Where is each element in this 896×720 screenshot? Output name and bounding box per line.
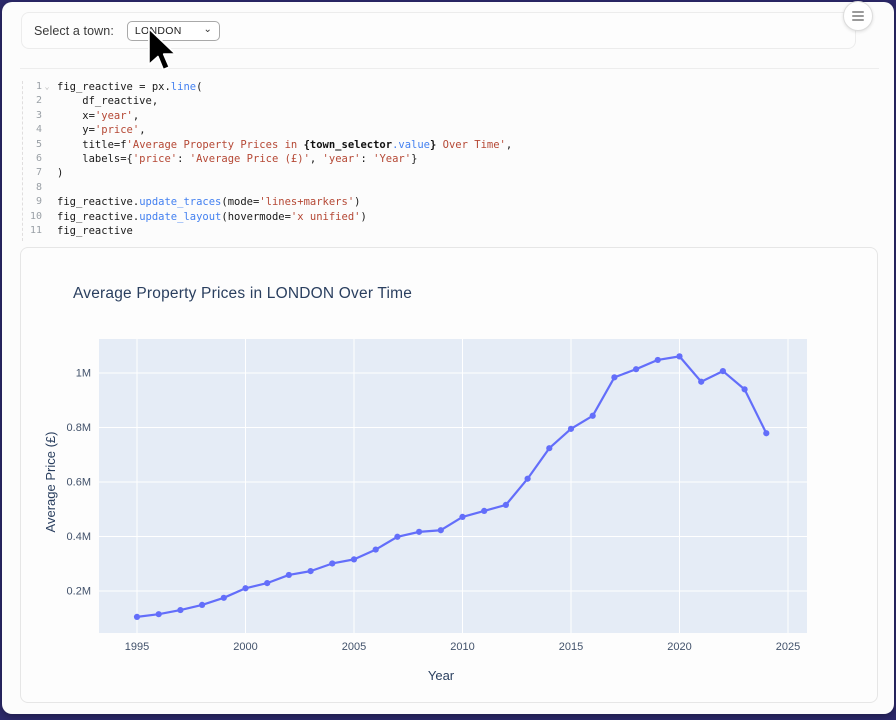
code-line: 11fig_reactive <box>20 224 879 238</box>
code-line: 8 <box>20 181 879 195</box>
data-point-marker[interactable] <box>329 560 335 566</box>
code-line: 4 y='price', <box>20 123 879 137</box>
data-point-marker[interactable] <box>199 602 205 608</box>
data-point-marker[interactable] <box>698 379 704 385</box>
hamburger-icon <box>852 11 864 13</box>
data-point-marker[interactable] <box>134 614 140 620</box>
data-point-marker[interactable] <box>156 611 162 617</box>
code-line: 9fig_reactive.update_traces(mode='lines+… <box>20 195 879 209</box>
x-tick-label: 2020 <box>667 641 691 653</box>
cell-gutter <box>22 81 23 241</box>
code-line: 7) <box>20 166 879 180</box>
town-select[interactable]: LONDON ⌄ <box>127 21 220 41</box>
data-point-marker[interactable] <box>503 502 509 508</box>
town-select-value: LONDON <box>135 25 182 37</box>
code-line: 3 x='year', <box>20 109 879 123</box>
code-line: 2 df_reactive, <box>20 94 879 108</box>
price-chart-svg[interactable]: 0.2M 0.4M 0.6M 0.8M 1M 1995 2000 2005 2010 2015 20… <box>21 248 877 702</box>
y-tick-label: 0.2M <box>67 586 91 598</box>
data-point-marker[interactable] <box>308 568 314 574</box>
data-point-marker[interactable] <box>459 514 465 520</box>
data-point-marker[interactable] <box>546 445 552 451</box>
x-tick-label: 2005 <box>342 641 366 653</box>
code-line: 1⌄fig_reactive = px.line( <box>20 80 879 94</box>
x-tick-label: 1995 <box>125 641 149 653</box>
data-point-marker[interactable] <box>676 353 682 359</box>
app-menu-button[interactable] <box>843 1 873 31</box>
data-point-marker[interactable] <box>611 374 617 380</box>
data-point-marker[interactable] <box>242 585 248 591</box>
y-tick-label: 0.4M <box>67 531 91 543</box>
data-point-marker[interactable] <box>633 366 639 372</box>
data-point-marker[interactable] <box>438 527 444 533</box>
data-point-marker[interactable] <box>763 430 769 436</box>
data-point-marker[interactable] <box>264 580 270 586</box>
data-point-marker[interactable] <box>177 607 183 613</box>
data-point-marker[interactable] <box>351 556 357 562</box>
x-tick-label: 2025 <box>776 641 800 653</box>
y-axis-title: Average Price (£) <box>43 432 58 533</box>
code-lines: 1⌄fig_reactive = px.line(2 df_reactive,3… <box>20 80 879 238</box>
x-axis-title: Year <box>428 668 455 683</box>
data-point-marker[interactable] <box>221 595 227 601</box>
data-point-marker[interactable] <box>394 534 400 540</box>
data-point-marker[interactable] <box>481 508 487 514</box>
x-tick-label: 2015 <box>559 641 583 653</box>
chevron-down-icon: ⌄ <box>204 25 212 35</box>
code-editor[interactable]: 1⌄fig_reactive = px.line(2 df_reactive,3… <box>20 68 879 238</box>
y-tick-label: 1M <box>76 368 91 380</box>
code-line: 10fig_reactive.update_layout(hovermode='… <box>20 210 879 224</box>
data-point-marker[interactable] <box>286 572 292 578</box>
data-point-marker[interactable] <box>373 546 379 552</box>
x-tick-label: 2000 <box>233 641 257 653</box>
x-tick-label: 2010 <box>450 641 474 653</box>
data-point-marker[interactable] <box>590 413 596 419</box>
data-point-marker[interactable] <box>655 357 661 363</box>
data-point-marker[interactable] <box>416 529 422 535</box>
chart-output-card: Average Property Prices in LONDON Over T… <box>20 247 878 703</box>
data-point-marker[interactable] <box>720 368 726 374</box>
town-selector-cell: Select a town: LONDON ⌄ <box>21 12 856 49</box>
data-point-marker[interactable] <box>568 426 574 432</box>
y-tick-label: 0.8M <box>67 422 91 434</box>
data-point-marker[interactable] <box>525 476 531 482</box>
code-line: 6 labels={'price': 'Average Price (£)', … <box>20 152 879 166</box>
code-line: 5 title=f'Average Property Prices in {to… <box>20 138 879 152</box>
desktop-background: { "selector": { "label": "Select a town:… <box>0 0 896 720</box>
notebook-card: Select a town: LONDON ⌄ 1⌄fig_reactive =… <box>2 2 894 714</box>
town-selector-label: Select a town: <box>34 24 114 38</box>
data-point-marker[interactable] <box>742 386 748 392</box>
y-tick-label: 0.6M <box>67 477 91 489</box>
